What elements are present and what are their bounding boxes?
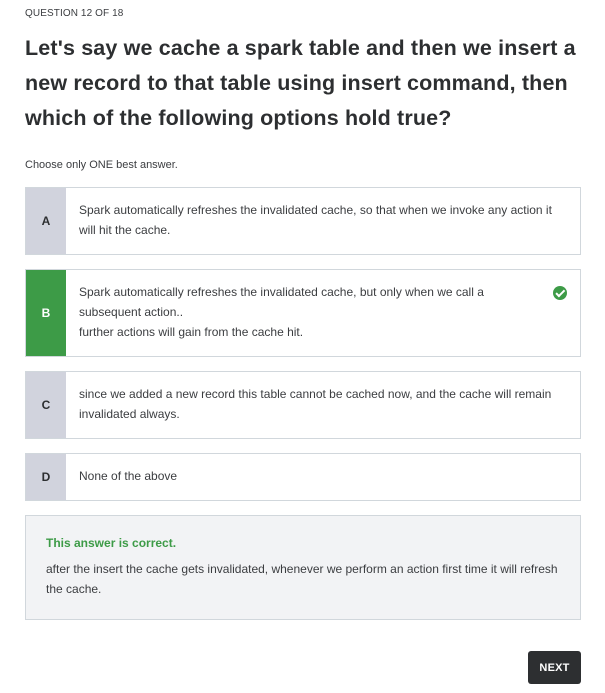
correct-indicator (540, 270, 580, 356)
option-letter: D (26, 454, 66, 500)
question-text: Let's say we cache a spark table and the… (25, 36, 576, 130)
feedback-title: This answer is correct. (46, 536, 177, 550)
check-circle-icon (553, 286, 567, 300)
quiz-container: QUESTION 12 OF 18 Let's say we cache a s… (25, 0, 581, 620)
next-button[interactable]: NEXT (528, 651, 581, 684)
answer-feedback: This answer is correct. after the insert… (25, 515, 581, 620)
feedback-explanation: after the insert the cache gets invalida… (46, 562, 558, 596)
option-letter: B (26, 270, 66, 356)
answer-options: A Spark automatically refreshes the inva… (25, 187, 581, 501)
answer-instruction: Choose only ONE best answer. (25, 159, 178, 171)
option-d[interactable]: D None of the above (25, 453, 581, 501)
option-text: None of the above (79, 469, 178, 483)
option-b[interactable]: B Spark automatically refreshes the inva… (25, 269, 581, 357)
option-letter: A (26, 188, 66, 254)
option-text: since we added a new record this table c… (79, 387, 552, 421)
option-a[interactable]: A Spark automatically refreshes the inva… (25, 187, 581, 255)
option-c[interactable]: C since we added a new record this table… (25, 371, 581, 439)
option-letter: C (26, 372, 66, 438)
question-counter: QUESTION 12 OF 18 (25, 8, 124, 19)
option-text: Spark automatically refreshes the invali… (79, 203, 552, 237)
option-text: Spark automatically refreshes the invali… (79, 285, 484, 339)
